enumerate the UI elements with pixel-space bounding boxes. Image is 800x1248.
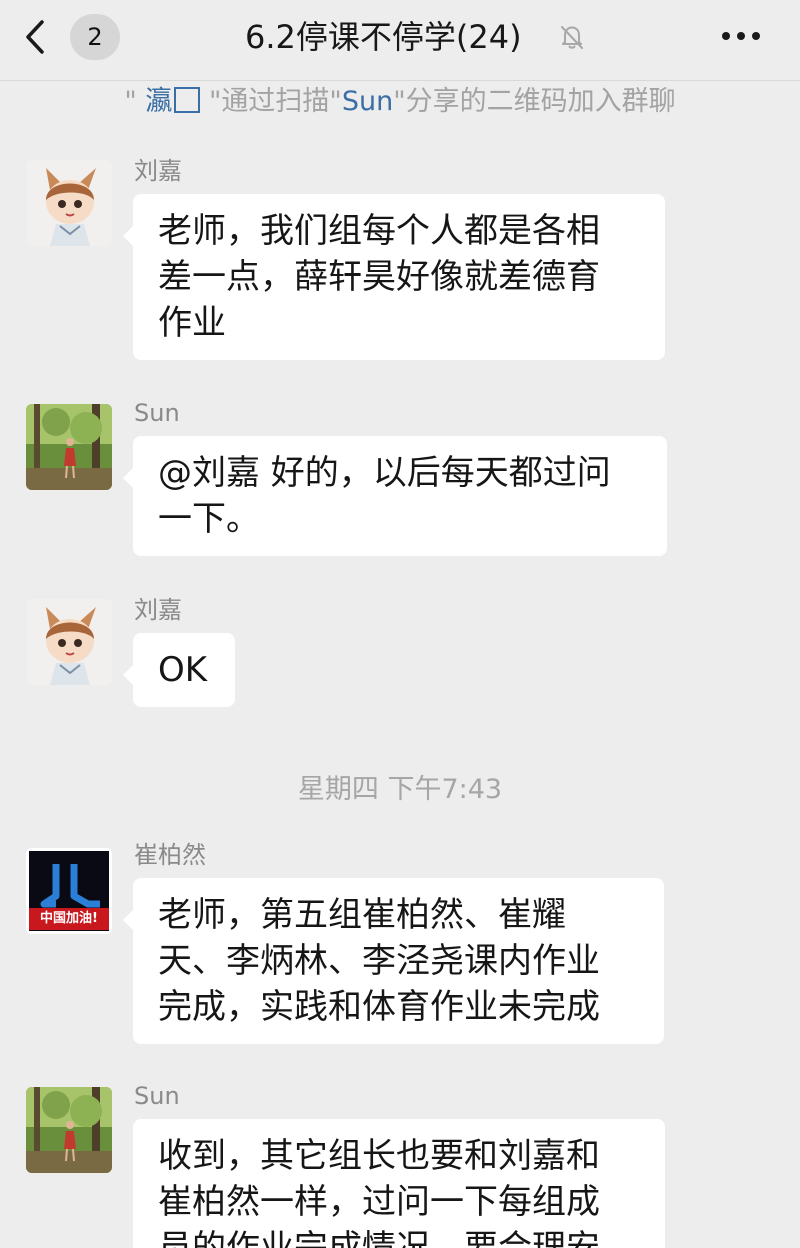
message-line: 完成，实践和体育作业未完成 <box>158 987 600 1027</box>
bell-muted-icon <box>561 26 583 49</box>
avatar[interactable]: 中国加油! <box>26 848 112 934</box>
message-bubble[interactable]: @刘嘉 好的，以后每天都过问 一下。 <box>123 436 667 556</box>
message-line: OK <box>158 650 208 690</box>
message-bubble[interactable]: 老师，我们组每个人都是各相 差一点，薛轩昊好像就差德育 作业 <box>123 194 665 360</box>
time-separator: 星期四 下午7:43 <box>297 774 503 805</box>
sender-name: 刘嘉 <box>134 596 182 624</box>
chat-header: 2 6.2停课不停学(24) <box>0 0 800 81</box>
back-button[interactable]: 2 <box>22 14 132 60</box>
notice-text-after: "分享的二维码加入群聊 <box>393 86 676 117</box>
message-line: 老师，第五组崔柏然、崔耀 <box>158 895 566 935</box>
message-bubble[interactable]: 老师，第五组崔柏然、崔耀 天、李炳林、李泾尧课内作业 完成，实践和体育作业未完成 <box>123 878 664 1044</box>
chevron-left-icon <box>26 20 44 54</box>
sharer-link[interactable]: Sun <box>342 86 393 117</box>
more-dots-icon[interactable] <box>712 18 772 54</box>
unread-count-badge: 2 <box>70 14 120 60</box>
message-line: 老师，我们组每个人都是各相 <box>158 211 600 251</box>
photo-avatar-icon <box>26 404 112 490</box>
sender-name: 崔柏然 <box>134 841 206 869</box>
cartoon-avatar-icon <box>26 599 112 685</box>
sender-name: 刘嘉 <box>134 157 182 185</box>
system-join-notice: " 瀛 "通过扫描"Sun"分享的二维码加入群聊 <box>0 82 800 122</box>
sender-name: Sun <box>134 399 180 427</box>
inviter-link[interactable]: 瀛 <box>145 86 201 117</box>
chat-title: 6.2停课不停学(24) <box>245 18 522 56</box>
notice-text-before: "通过扫描" <box>208 86 342 117</box>
photo-avatar-icon <box>26 1087 112 1173</box>
message-bubble[interactable]: OK <box>123 633 235 707</box>
message-line: 天、李炳林、李泾尧课内作业 <box>158 941 600 981</box>
message-line: 收到，其它组长也要和刘嘉和 <box>158 1136 600 1176</box>
cartoon-avatar-icon <box>26 160 112 246</box>
message-line: 作业 <box>158 303 226 343</box>
avatar[interactable] <box>26 599 112 685</box>
avatar[interactable] <box>26 404 112 490</box>
avatar-caption: 中国加油! <box>40 911 98 926</box>
chat-screen: 2 6.2停课不停学(24) " 瀛 "通过扫描"Sun"分享的二维码加入群聊 <box>0 0 800 1248</box>
message-line: 崔柏然一样，过问一下每组成 <box>158 1182 600 1222</box>
avatar[interactable] <box>26 160 112 246</box>
message-line: 差一点，薛轩昊好像就差德育 <box>158 257 600 297</box>
message-line: 员的作业完成情况，要合理安 <box>158 1228 600 1248</box>
message-bubble[interactable]: 收到，其它组长也要和刘嘉和 崔柏然一样，过问一下每组成 员的作业完成情况，要合理… <box>133 1119 665 1248</box>
sender-name: Sun <box>134 1082 180 1110</box>
message-line: @刘嘉 好的，以后每天都过问 <box>158 453 611 493</box>
notice-quote: " <box>124 86 137 117</box>
message-line: 一下。 <box>158 499 260 539</box>
avatar[interactable] <box>26 1087 112 1173</box>
